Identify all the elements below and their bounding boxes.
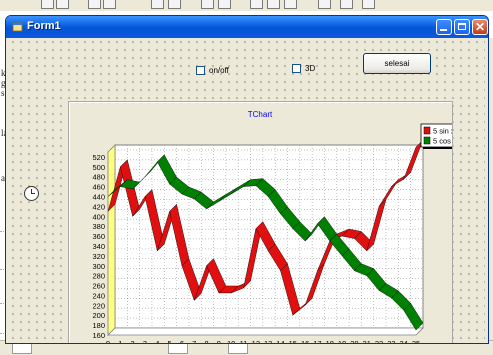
- toolbar-button-icon[interactable]: [340, 0, 353, 9]
- toolbar-button-icon[interactable]: [103, 0, 116, 9]
- checkbox-box[interactable]: [196, 66, 205, 75]
- x-tick-label: 16: [301, 339, 309, 344]
- y-tick-label: 400: [92, 212, 105, 221]
- chart-left-wall: [107, 144, 116, 336]
- form-client-area: on/off 3D selesai 160 180 200 220 240 260 280 3…: [9, 38, 485, 343]
- x-tick-label: 12: [252, 339, 260, 344]
- legend-swatch: [423, 126, 431, 135]
- minimize-button[interactable]: [436, 19, 452, 35]
- statusbar-panel: [228, 343, 248, 354]
- toolbar-button-icon[interactable]: [168, 0, 181, 9]
- x-tick-label: 20: [350, 339, 358, 344]
- x-tick-label: 23: [387, 339, 395, 344]
- x-tick-label: 13: [264, 339, 272, 344]
- x-tick-label: 17: [313, 339, 321, 344]
- y-tick-label: 180: [92, 321, 105, 330]
- ide-toolbar: [0, 0, 493, 11]
- chart-floor: [107, 327, 424, 336]
- x-tick-label: 25: [412, 339, 420, 344]
- x-tick-label: 22: [375, 339, 383, 344]
- y-tick-label: 460: [92, 183, 105, 192]
- y-tick-label: 300: [92, 262, 105, 271]
- x-tick-label: 1: [118, 339, 122, 344]
- form1-window: Form1 ✕ on/off 3D selesai 160 180 200 220 24…: [5, 15, 489, 344]
- statusbar-panel: [12, 343, 32, 354]
- toolbar-button-icon[interactable]: [250, 0, 263, 9]
- x-tick-label: 7: [192, 339, 196, 344]
- window-titlebar[interactable]: Form1 ✕: [6, 16, 488, 38]
- y-tick-label: 440: [92, 193, 105, 202]
- window-title: Form1: [27, 20, 61, 32]
- toolbar-button-icon[interactable]: [56, 0, 69, 9]
- toolbar-button-icon[interactable]: [151, 0, 164, 9]
- x-tick-label: 0: [106, 339, 110, 344]
- 3d-label: 3D: [305, 64, 316, 73]
- y-tick-label: 500: [92, 163, 105, 172]
- 3d-checkbox[interactable]: 3D: [292, 64, 315, 73]
- ide-text-fragment: s: [1, 88, 5, 98]
- maximize-button[interactable]: [454, 19, 470, 35]
- form-icon: [12, 22, 23, 32]
- legend-label: 5 cos x: [433, 137, 452, 146]
- statusbar-panel: [168, 343, 188, 354]
- y-tick-label: 260: [92, 282, 105, 291]
- toolbar-button-icon[interactable]: [41, 0, 54, 9]
- y-tick-label: 240: [92, 291, 105, 300]
- y-tick-label: 280: [92, 272, 105, 281]
- x-tick-label: 11: [240, 339, 248, 344]
- chart-canvas: 1601802002202402602803003203403603804004…: [92, 110, 452, 344]
- maximize-icon: [458, 23, 466, 30]
- x-tick-label: 21: [363, 339, 371, 344]
- minimize-icon: [440, 29, 447, 31]
- toolbar-button-icon[interactable]: [362, 0, 375, 9]
- timer-icon[interactable]: [24, 186, 39, 201]
- x-tick-label: 3: [143, 339, 147, 344]
- toolbar-button-icon[interactable]: [318, 0, 331, 9]
- x-tick-label: 2: [131, 339, 135, 344]
- y-tick-label: 520: [92, 153, 105, 162]
- x-tick-label: 5: [168, 339, 172, 344]
- y-tick-label: 420: [92, 202, 105, 211]
- x-tick-label: 6: [180, 339, 184, 344]
- tchart[interactable]: 160 180 200 220 240 260 280 300 320 340 360 380 400 4…: [68, 101, 453, 344]
- close-icon: ✕: [474, 20, 486, 34]
- y-tick-label: 380: [92, 222, 105, 231]
- x-tick-label: 10: [227, 339, 235, 344]
- y-tick-label: 480: [92, 173, 105, 182]
- onoff-label: on/off: [209, 66, 229, 75]
- y-tick-label: 360: [92, 232, 105, 241]
- x-tick-label: 18: [326, 339, 334, 344]
- x-tick-label: 14: [276, 339, 284, 344]
- checkbox-box[interactable]: [292, 64, 301, 73]
- toolbar-button-icon[interactable]: [218, 0, 231, 9]
- toolbar-button-icon[interactable]: [267, 0, 280, 9]
- x-tick-label: 9: [217, 339, 221, 344]
- x-tick-label: 24: [400, 339, 408, 344]
- toolbar-button-icon[interactable]: [201, 0, 214, 9]
- selesai-button[interactable]: selesai: [363, 53, 431, 74]
- y-tick-label: 340: [92, 242, 105, 251]
- onoff-checkbox[interactable]: on/off: [196, 66, 229, 75]
- y-tick-label: 320: [92, 252, 105, 261]
- x-tick-label: 8: [204, 339, 208, 344]
- y-tick-label: 200: [92, 311, 105, 320]
- chart-title: TChart: [248, 110, 273, 119]
- y-tick-label: 220: [92, 301, 105, 310]
- x-tick-label: 19: [338, 339, 346, 344]
- toolbar-button-icon[interactable]: [284, 0, 297, 9]
- legend-swatch: [423, 136, 431, 145]
- x-tick-label: 4: [155, 339, 159, 344]
- y-tick-label: 160: [92, 331, 105, 340]
- legend-label: 5 sin x: [433, 127, 452, 136]
- close-button[interactable]: ✕: [472, 19, 488, 35]
- toolbar-button-icon[interactable]: [88, 0, 101, 9]
- x-tick-label: 15: [289, 339, 297, 344]
